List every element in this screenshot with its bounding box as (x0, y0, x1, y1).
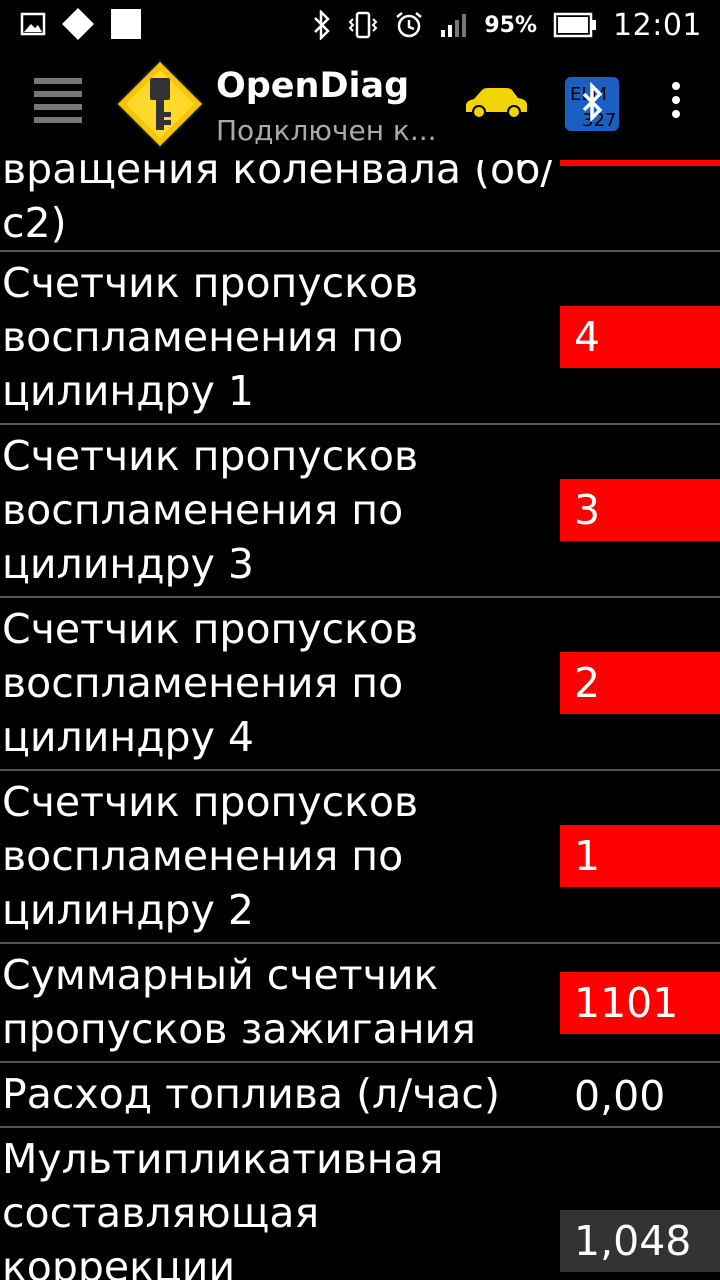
more-options-icon[interactable] (664, 82, 688, 126)
parameter-value: 1101 (560, 972, 720, 1034)
parameter-value: 2 (560, 652, 720, 714)
bluetooth-icon (312, 10, 332, 40)
parameter-value: 1,048 (560, 1210, 720, 1272)
parameter-label: Счетчик пропусков воспламенения по цилин… (2, 259, 419, 415)
vibrate-icon (348, 10, 378, 40)
menu-icon[interactable] (34, 78, 82, 126)
parameter-label: Мультипликативная составляющая коррекции (2, 1135, 444, 1280)
status-bar-notifications (20, 8, 142, 40)
parameter-label: Счетчик пропусков воспламенения по цилин… (2, 605, 419, 761)
parameter-value (560, 160, 720, 166)
parameter-label: с2) (2, 199, 67, 247)
parameter-list[interactable]: вращения коленвала (об/ с2) Счетчик проп… (0, 160, 720, 1280)
parameter-label: вращения коленвала (об/ (2, 160, 555, 193)
parameter-row[interactable]: Счетчик пропусков воспламенения по цилин… (0, 769, 720, 944)
parameter-label: Счетчик пропусков воспламенения по цилин… (2, 778, 419, 934)
status-bar-system: 95% 12:01 (312, 6, 702, 44)
signal-icon (440, 12, 468, 38)
parameter-label: Суммарный счетчик пропусков зажигания (2, 951, 476, 1053)
app-logo-icon (112, 56, 208, 152)
clock: 12:01 (613, 7, 702, 43)
car-icon[interactable] (462, 82, 530, 122)
diamond-icon (60, 6, 96, 42)
parameter-row[interactable]: вращения коленвала (об/ с2) (0, 160, 720, 252)
alarm-icon (394, 10, 424, 40)
square-icon (110, 8, 142, 40)
battery-percent: 95% (484, 12, 538, 38)
app-bar: OpenDiag Подключен к... ELM 327 (0, 48, 720, 160)
parameter-value: 4 (560, 306, 720, 368)
parameter-row[interactable]: Счетчик пропусков воспламенения по цилин… (0, 250, 720, 425)
status-bar: 95% 12:01 (0, 0, 720, 48)
parameter-row[interactable]: Счетчик пропусков воспламенения по цилин… (0, 596, 720, 771)
app-title: OpenDiag (216, 66, 410, 106)
parameter-value: 0,00 (574, 1072, 666, 1120)
parameter-row[interactable]: Мультипликативная составляющая коррекции… (0, 1126, 720, 1280)
parameter-row[interactable]: Счетчик пропусков воспламенения по цилин… (0, 423, 720, 598)
parameter-label: Расход топлива (л/час) (2, 1070, 500, 1118)
parameter-label: Счетчик пропусков воспламенения по цилин… (2, 432, 419, 588)
parameter-row[interactable]: Расход топлива (л/час) 0,00 (0, 1061, 720, 1128)
image-icon (20, 11, 46, 37)
battery-icon (553, 12, 597, 38)
connection-status: Подключен к... (216, 114, 437, 147)
parameter-value: 3 (560, 479, 720, 541)
bluetooth-elm-icon[interactable]: ELM 327 (564, 76, 620, 132)
parameter-row[interactable]: Суммарный счетчик пропусков зажигания 11… (0, 942, 720, 1063)
parameter-value: 1 (560, 825, 720, 887)
